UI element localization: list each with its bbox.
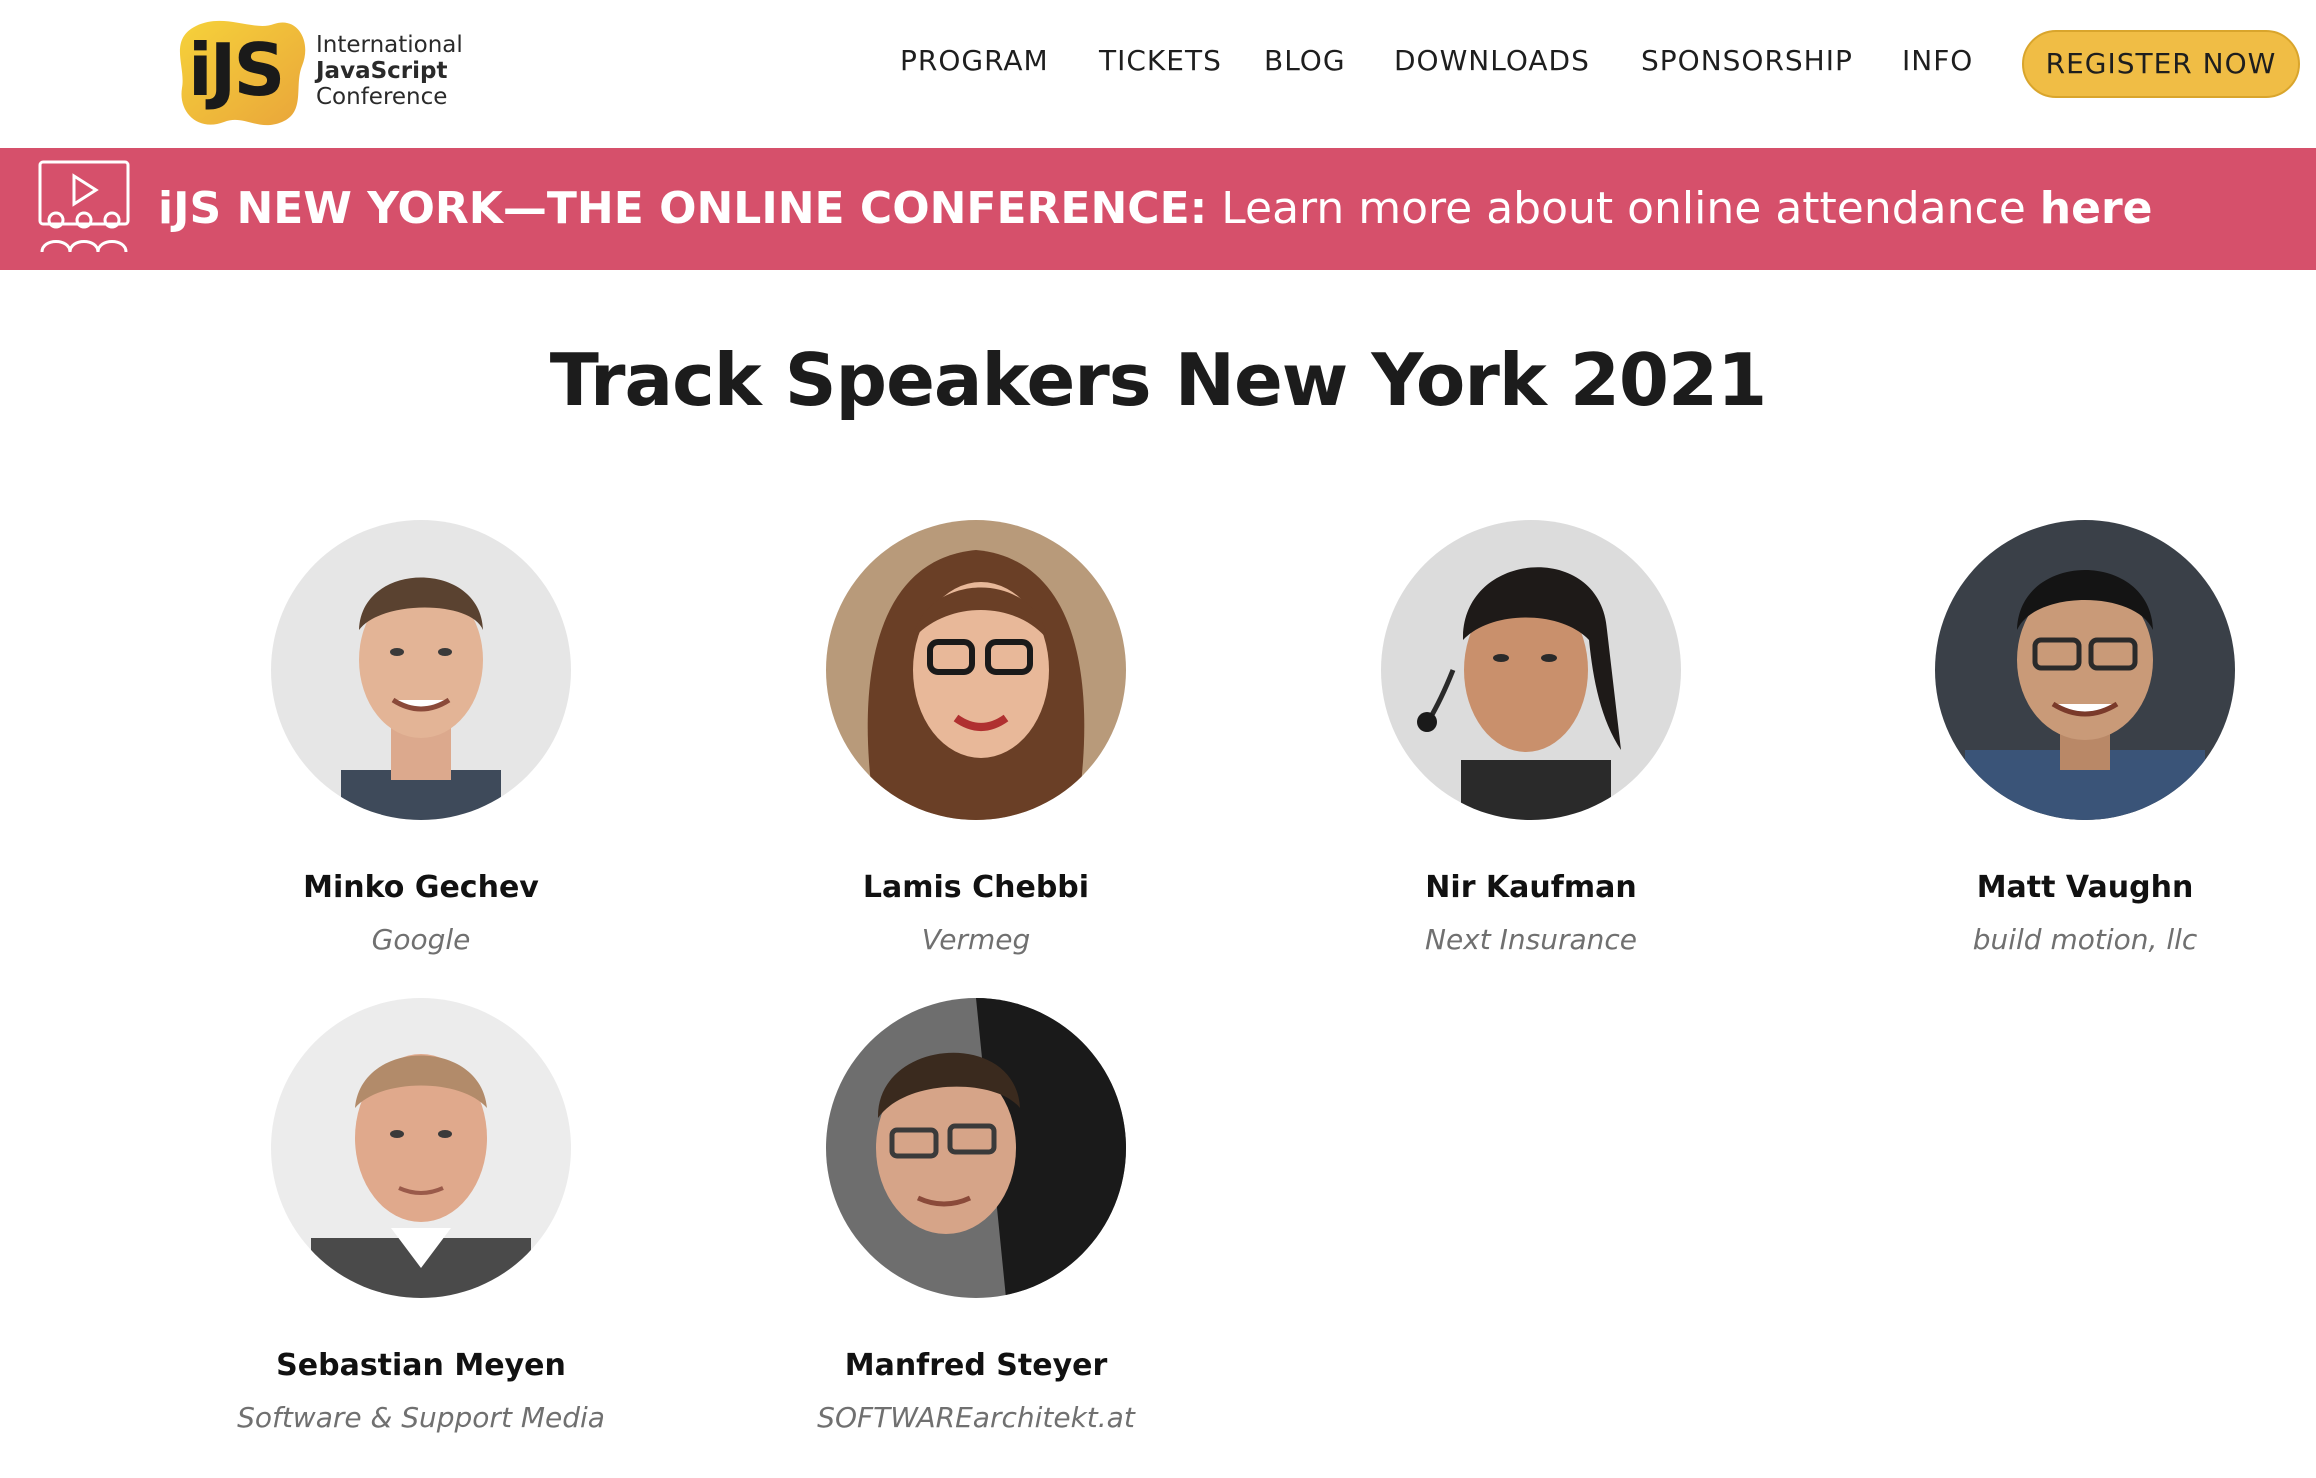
logo-line-3: Conference bbox=[316, 84, 448, 110]
logo-mark: iJS bbox=[188, 28, 285, 112]
nav-tickets[interactable]: TICKETS bbox=[1099, 44, 1222, 77]
speaker-photo bbox=[1935, 520, 2235, 820]
speaker-company: Google bbox=[371, 923, 471, 956]
speaker-photo bbox=[271, 520, 571, 820]
nav-sponsorship[interactable]: SPONSORSHIP bbox=[1641, 44, 1853, 77]
speaker-card[interactable]: Manfred Steyer SOFTWAREarchitekt.at bbox=[746, 998, 1206, 1434]
page-title: Track Speakers New York 2021 bbox=[549, 338, 1767, 422]
nav-program[interactable]: PROGRAM bbox=[900, 44, 1049, 77]
banner-message: Learn more about online attendance bbox=[1221, 183, 2026, 234]
speaker-name: Nir Kaufman bbox=[1425, 870, 1637, 905]
speaker-company: Vermeg bbox=[921, 923, 1031, 956]
speaker-photo bbox=[271, 998, 571, 1298]
speaker-name: Lamis Chebbi bbox=[862, 870, 1090, 905]
speaker-name: Minko Gechev bbox=[303, 870, 539, 905]
site-header: iJS International JavaScript Conference … bbox=[0, 0, 2316, 148]
nav-downloads[interactable]: DOWNLOADS bbox=[1394, 44, 1590, 77]
speaker-name: Matt Vaughn bbox=[1976, 870, 2194, 905]
online-conference-banner[interactable]: iJS NEW YORK—THE ONLINE CONFERENCE: Lear… bbox=[0, 148, 2316, 270]
speaker-card[interactable]: Lamis Chebbi Vermeg bbox=[746, 520, 1206, 956]
banner-text: iJS NEW YORK—THE ONLINE CONFERENCE: Lear… bbox=[158, 148, 2153, 270]
speaker-name: Sebastian Meyen bbox=[276, 1348, 566, 1383]
speaker-name: Manfred Steyer bbox=[844, 1348, 1108, 1383]
logo-line-1: International bbox=[316, 32, 463, 58]
logo-line-2: JavaScript bbox=[316, 58, 448, 84]
logo-text: International JavaScript Conference bbox=[316, 32, 463, 110]
banner-headline: iJS NEW YORK—THE ONLINE CONFERENCE: bbox=[158, 183, 1208, 234]
speaker-photo bbox=[1381, 520, 1681, 820]
speaker-company: Next Insurance bbox=[1425, 923, 1637, 956]
ijs-logo[interactable]: iJS International JavaScript Conference bbox=[170, 12, 470, 130]
speaker-card[interactable]: Nir Kaufman Next Insurance bbox=[1301, 520, 1761, 956]
speaker-company: build motion, llc bbox=[1972, 923, 2198, 956]
register-now-button[interactable]: REGISTER NOW bbox=[2022, 30, 2300, 98]
speaker-card[interactable]: Matt Vaughn build motion, llc bbox=[1855, 520, 2315, 956]
banner-here-link[interactable]: here bbox=[2040, 183, 2153, 234]
speaker-photo bbox=[826, 998, 1126, 1298]
nav-blog[interactable]: BLOG bbox=[1264, 44, 1346, 77]
speaker-card[interactable]: Minko Gechev Google bbox=[191, 520, 651, 956]
online-audience-icon bbox=[38, 160, 130, 253]
speaker-company: SOFTWAREarchitekt.at bbox=[817, 1401, 1135, 1434]
speaker-photo bbox=[826, 520, 1126, 820]
speaker-company: Software & Support Media bbox=[237, 1401, 605, 1434]
speaker-card[interactable]: Sebastian Meyen Software & Support Media bbox=[191, 998, 651, 1434]
nav-info[interactable]: INFO bbox=[1902, 44, 1973, 77]
